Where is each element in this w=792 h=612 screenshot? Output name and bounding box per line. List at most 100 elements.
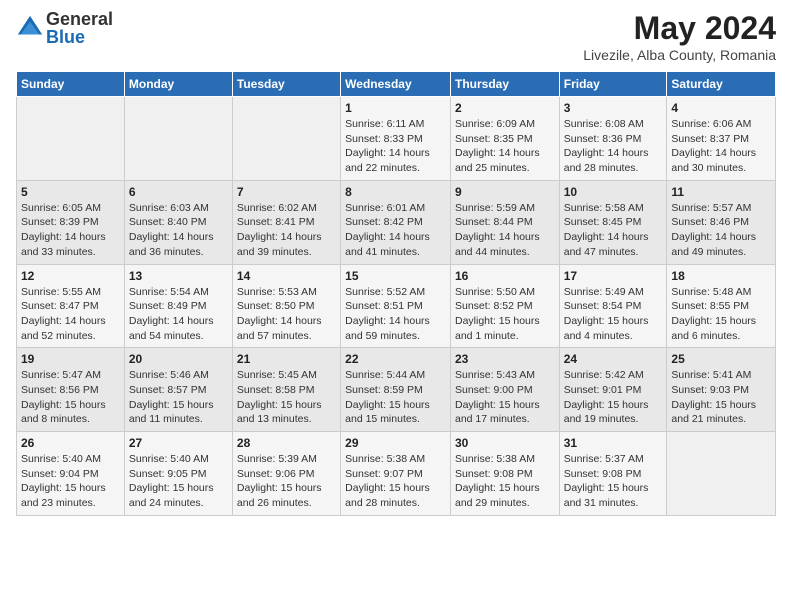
day-number: 20	[129, 352, 228, 366]
table-row: 21Sunrise: 5:45 AM Sunset: 8:58 PM Dayli…	[232, 348, 340, 432]
calendar-week-row: 5Sunrise: 6:05 AM Sunset: 8:39 PM Daylig…	[17, 180, 776, 264]
day-info: Sunrise: 5:57 AM Sunset: 8:46 PM Dayligh…	[671, 201, 771, 260]
day-info: Sunrise: 5:41 AM Sunset: 9:03 PM Dayligh…	[671, 368, 771, 427]
table-row: 31 Sunrise: 5:37 AM Sunset: 9:08 PM Dayli…	[559, 432, 667, 516]
day-number: 6	[129, 185, 228, 199]
table-row: 11 Sunrise: 5:57 AM Sunset: 8:46 PM Dayli…	[667, 180, 776, 264]
table-row: 8 Sunrise: 6:01 AM Sunset: 8:42 PM Daylig…	[341, 180, 451, 264]
day-number: 19	[21, 352, 120, 366]
table-row: 9 Sunrise: 5:59 AM Sunset: 8:44 PM Daylig…	[450, 180, 559, 264]
table-row: 13 Sunrise: 5:54 AM Sunset: 8:49 PM Dayli…	[124, 264, 232, 348]
day-info: Sunrise: 5:49 AM Sunset: 8:54 PM Dayligh…	[564, 285, 663, 344]
table-row: 16 Sunrise: 5:50 AM Sunset: 8:52 PM Dayli…	[450, 264, 559, 348]
location-subtitle: Livezile, Alba County, Romania	[583, 47, 776, 63]
day-info: Sunrise: 6:03 AM Sunset: 8:40 PM Dayligh…	[129, 201, 228, 260]
table-row: 6 Sunrise: 6:03 AM Sunset: 8:40 PM Daylig…	[124, 180, 232, 264]
day-info: Sunrise: 5:45 AM Sunset: 8:58 PM Dayligh…	[237, 368, 336, 427]
logo: General Blue	[16, 10, 113, 46]
day-info: Sunrise: 6:08 AM Sunset: 8:36 PM Dayligh…	[564, 117, 663, 176]
table-row: 1Sunrise: 6:11 AM Sunset: 8:33 PM Daylig…	[341, 97, 451, 181]
day-info: Sunrise: 5:38 AM Sunset: 9:08 PM Dayligh…	[455, 452, 555, 511]
table-row: 18Sunrise: 5:48 AM Sunset: 8:55 PM Dayli…	[667, 264, 776, 348]
day-number: 15	[345, 269, 446, 283]
col-sunday: Sunday	[17, 72, 125, 97]
day-info: Sunrise: 5:42 AM Sunset: 9:01 PM Dayligh…	[564, 368, 663, 427]
day-number: 11	[671, 185, 771, 199]
title-block: May 2024 Livezile, Alba County, Romania	[583, 10, 776, 63]
day-info: Sunrise: 5:37 AM Sunset: 9:08 PM Dayligh…	[564, 452, 663, 511]
day-number: 13	[129, 269, 228, 283]
logo-blue-text: Blue	[46, 28, 113, 46]
day-info: Sunrise: 5:52 AM Sunset: 8:51 PM Dayligh…	[345, 285, 446, 344]
table-row: 10 Sunrise: 5:58 AM Sunset: 8:45 PM Dayli…	[559, 180, 667, 264]
table-row	[17, 97, 125, 181]
day-info: Sunrise: 5:38 AM Sunset: 9:07 PM Dayligh…	[345, 452, 446, 511]
day-number: 12	[21, 269, 120, 283]
table-row: 29 Sunrise: 5:38 AM Sunset: 9:07 PM Dayli…	[341, 432, 451, 516]
day-info: Sunrise: 5:47 AM Sunset: 8:56 PM Dayligh…	[21, 368, 120, 427]
day-info: Sunrise: 5:43 AM Sunset: 9:00 PM Dayligh…	[455, 368, 555, 427]
day-number: 9	[455, 185, 555, 199]
day-info: Sunrise: 5:53 AM Sunset: 8:50 PM Dayligh…	[237, 285, 336, 344]
day-number: 3	[564, 101, 663, 115]
day-number: 4	[671, 101, 771, 115]
table-row: 2 Sunrise: 6:09 AM Sunset: 8:35 PM Daylig…	[450, 97, 559, 181]
day-number: 22	[345, 352, 446, 366]
col-thursday: Thursday	[450, 72, 559, 97]
day-number: 29	[345, 436, 446, 450]
day-number: 24	[564, 352, 663, 366]
logo-general-text: General	[46, 10, 113, 28]
calendar-header-row: Sunday Monday Tuesday Wednesday Thursday…	[17, 72, 776, 97]
day-number: 25	[671, 352, 771, 366]
table-row: 4Sunrise: 6:06 AM Sunset: 8:37 PM Daylig…	[667, 97, 776, 181]
day-number: 23	[455, 352, 555, 366]
calendar-week-row: 19 Sunrise: 5:47 AM Sunset: 8:56 PM Dayli…	[17, 348, 776, 432]
table-row: 22 Sunrise: 5:44 AM Sunset: 8:59 PM Dayli…	[341, 348, 451, 432]
day-number: 7	[237, 185, 336, 199]
day-info: Sunrise: 5:46 AM Sunset: 8:57 PM Dayligh…	[129, 368, 228, 427]
day-number: 31	[564, 436, 663, 450]
table-row: 25 Sunrise: 5:41 AM Sunset: 9:03 PM Dayli…	[667, 348, 776, 432]
table-row: 26Sunrise: 5:40 AM Sunset: 9:04 PM Dayli…	[17, 432, 125, 516]
day-info: Sunrise: 5:54 AM Sunset: 8:49 PM Dayligh…	[129, 285, 228, 344]
day-info: Sunrise: 6:01 AM Sunset: 8:42 PM Dayligh…	[345, 201, 446, 260]
day-info: Sunrise: 5:50 AM Sunset: 8:52 PM Dayligh…	[455, 285, 555, 344]
day-number: 30	[455, 436, 555, 450]
day-info: Sunrise: 5:39 AM Sunset: 9:06 PM Dayligh…	[237, 452, 336, 511]
day-info: Sunrise: 6:09 AM Sunset: 8:35 PM Dayligh…	[455, 117, 555, 176]
day-number: 14	[237, 269, 336, 283]
calendar-week-row: 26Sunrise: 5:40 AM Sunset: 9:04 PM Dayli…	[17, 432, 776, 516]
day-number: 16	[455, 269, 555, 283]
table-row	[667, 432, 776, 516]
day-number: 27	[129, 436, 228, 450]
calendar-week-row: 12 Sunrise: 5:55 AM Sunset: 8:47 PM Dayli…	[17, 264, 776, 348]
day-number: 26	[21, 436, 120, 450]
day-number: 2	[455, 101, 555, 115]
day-number: 8	[345, 185, 446, 199]
table-row: 19 Sunrise: 5:47 AM Sunset: 8:56 PM Dayli…	[17, 348, 125, 432]
header: General Blue May 2024 Livezile, Alba Cou…	[16, 10, 776, 63]
col-saturday: Saturday	[667, 72, 776, 97]
table-row	[124, 97, 232, 181]
table-row: 27 Sunrise: 5:40 AM Sunset: 9:05 PM Dayli…	[124, 432, 232, 516]
day-number: 18	[671, 269, 771, 283]
month-year-title: May 2024	[583, 10, 776, 47]
day-number: 10	[564, 185, 663, 199]
table-row: 5Sunrise: 6:05 AM Sunset: 8:39 PM Daylig…	[17, 180, 125, 264]
day-info: Sunrise: 5:44 AM Sunset: 8:59 PM Dayligh…	[345, 368, 446, 427]
day-info: Sunrise: 5:40 AM Sunset: 9:05 PM Dayligh…	[129, 452, 228, 511]
table-row: 23 Sunrise: 5:43 AM Sunset: 9:00 PM Dayli…	[450, 348, 559, 432]
col-friday: Friday	[559, 72, 667, 97]
day-info: Sunrise: 6:11 AM Sunset: 8:33 PM Dayligh…	[345, 117, 446, 176]
day-info: Sunrise: 5:58 AM Sunset: 8:45 PM Dayligh…	[564, 201, 663, 260]
table-row	[232, 97, 340, 181]
day-info: Sunrise: 5:55 AM Sunset: 8:47 PM Dayligh…	[21, 285, 120, 344]
calendar-week-row: 1Sunrise: 6:11 AM Sunset: 8:33 PM Daylig…	[17, 97, 776, 181]
day-number: 5	[21, 185, 120, 199]
day-info: Sunrise: 5:59 AM Sunset: 8:44 PM Dayligh…	[455, 201, 555, 260]
table-row: 30 Sunrise: 5:38 AM Sunset: 9:08 PM Dayli…	[450, 432, 559, 516]
page: General Blue May 2024 Livezile, Alba Cou…	[0, 0, 792, 612]
day-number: 28	[237, 436, 336, 450]
table-row: 3 Sunrise: 6:08 AM Sunset: 8:36 PM Daylig…	[559, 97, 667, 181]
table-row: 28 Sunrise: 5:39 AM Sunset: 9:06 PM Dayli…	[232, 432, 340, 516]
